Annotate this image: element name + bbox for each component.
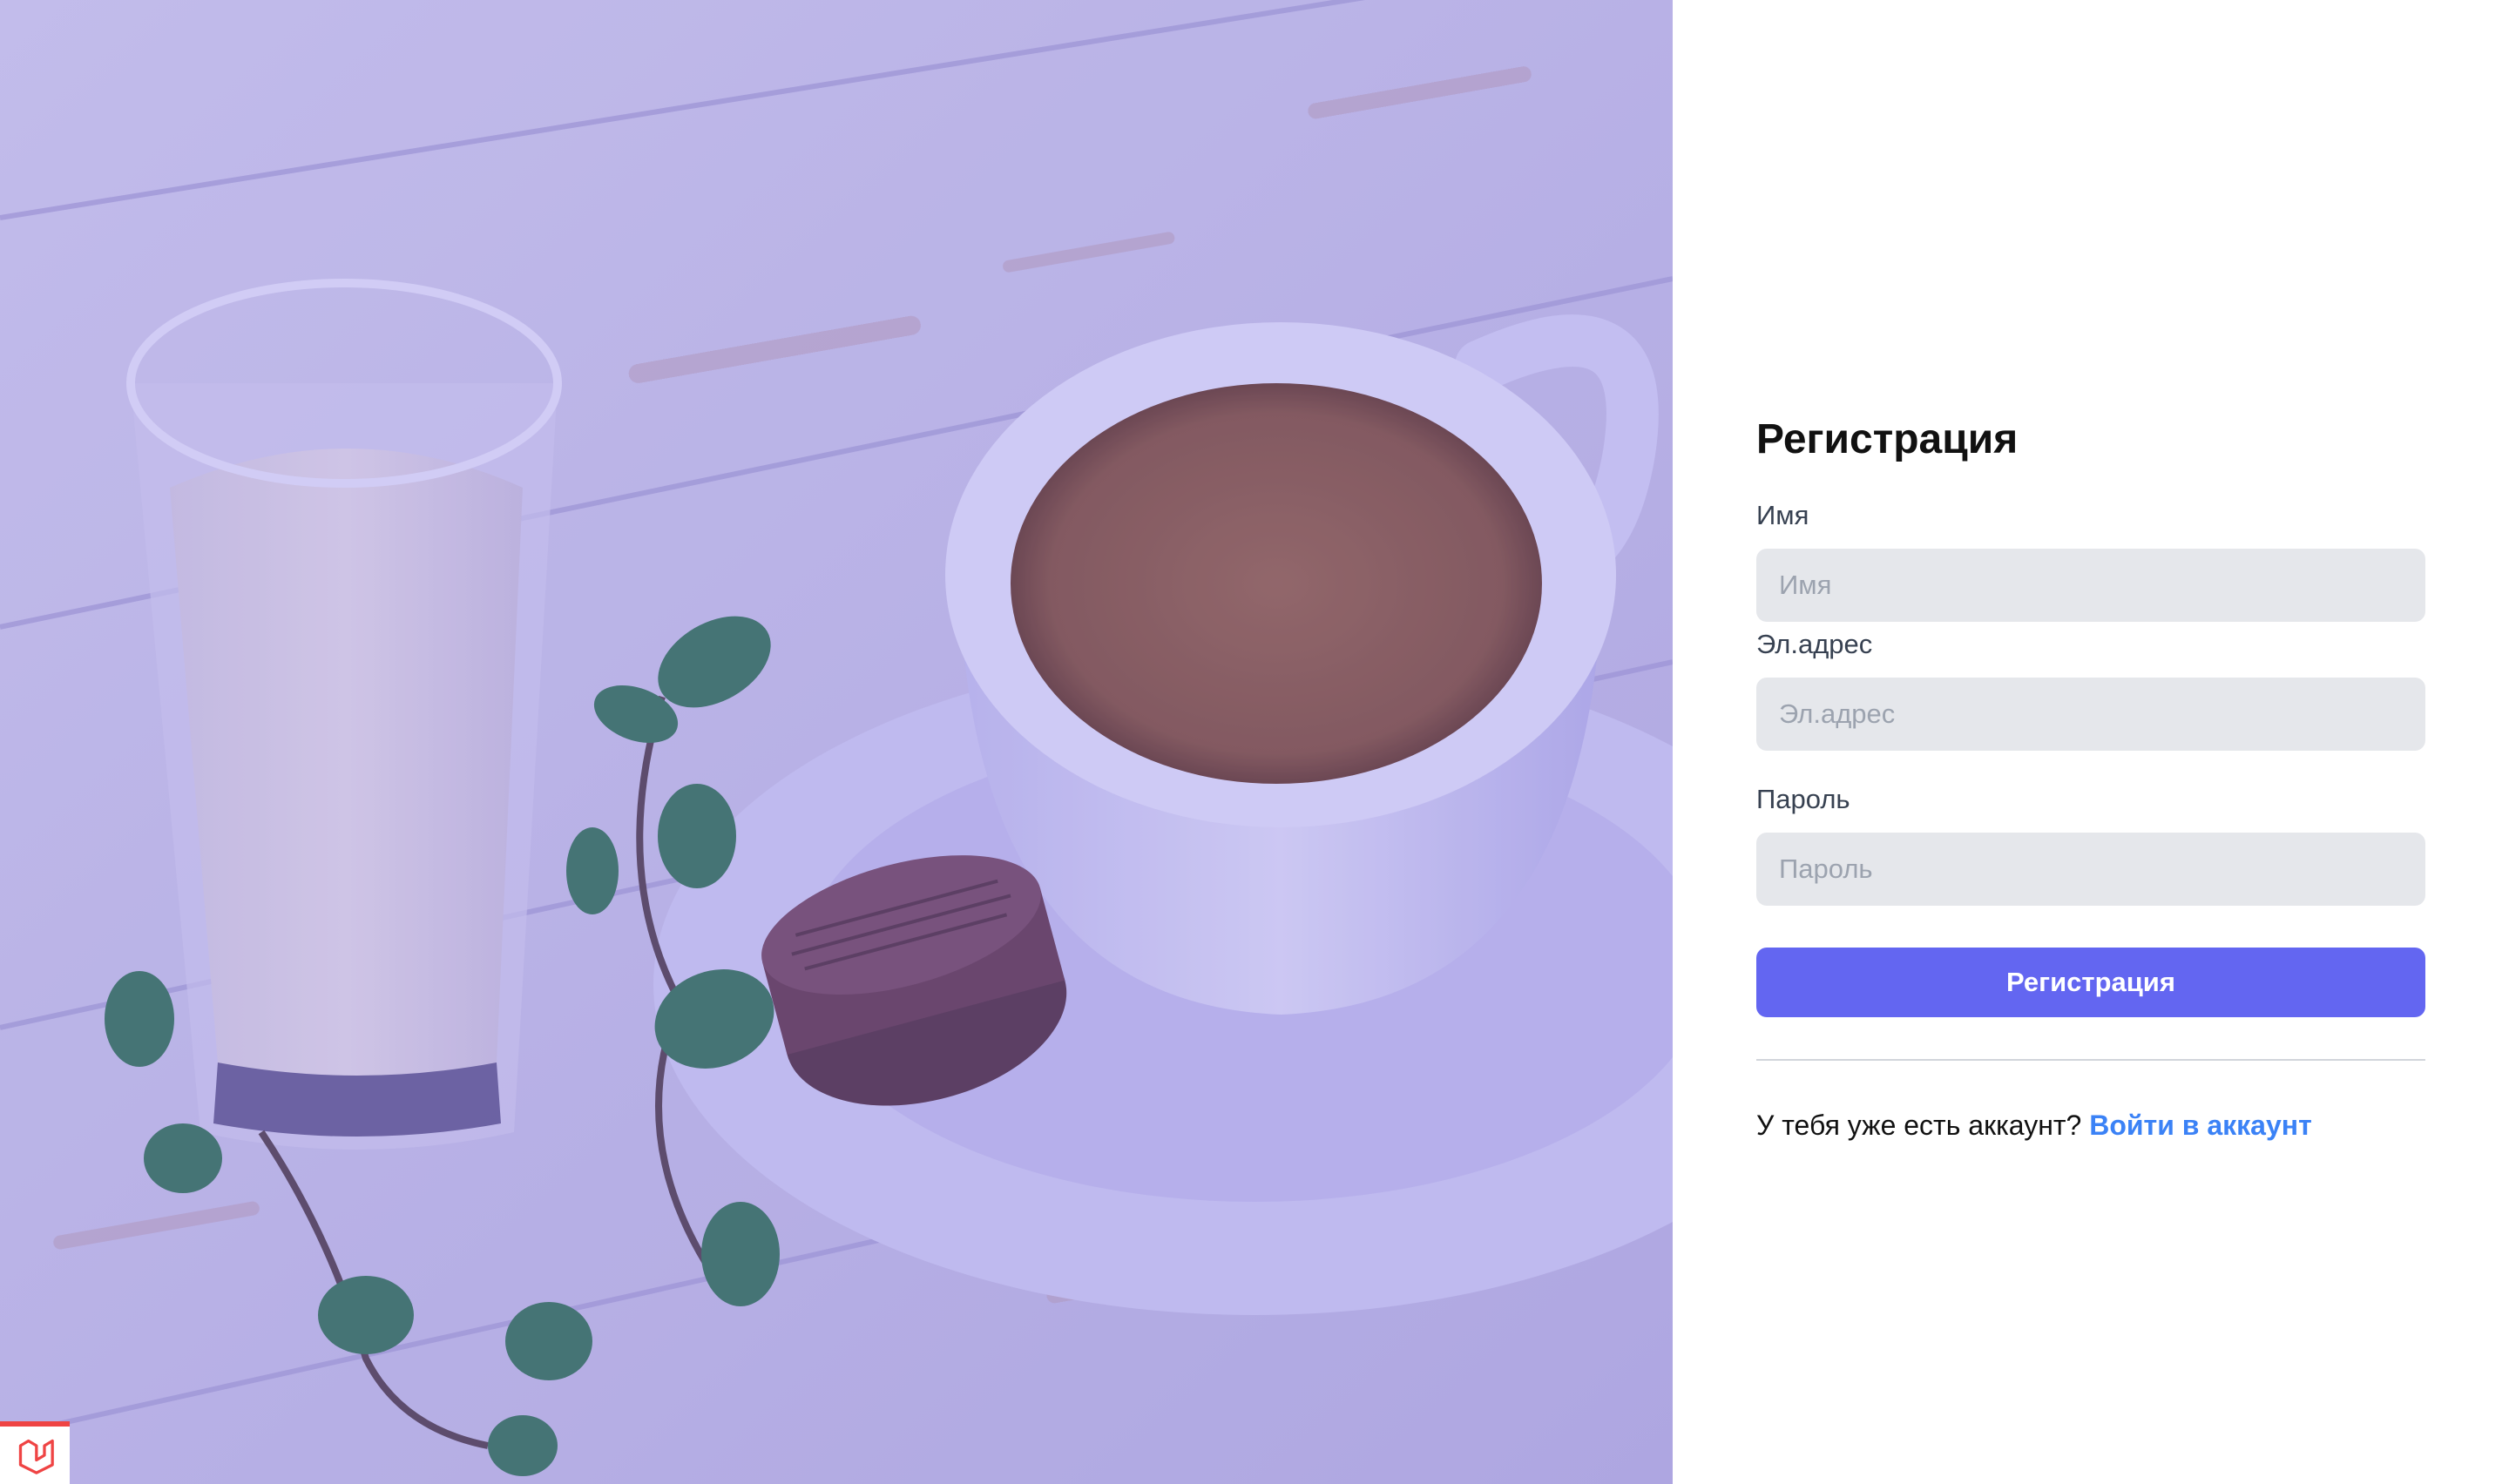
password-label: Пароль xyxy=(1756,784,1850,814)
name-input[interactable] xyxy=(1756,549,2425,622)
form-panel: Регистрация Имя Эл.адрес Пароль Регистра… xyxy=(1673,0,2509,1484)
registration-page: Регистрация Имя Эл.адрес Пароль Регистра… xyxy=(0,0,2509,1484)
login-prompt-text: У тебя уже есть аккаунт? xyxy=(1756,1110,2082,1141)
email-label: Эл.адрес xyxy=(1756,629,1873,659)
register-button[interactable]: Регистрация xyxy=(1756,948,2425,1017)
hero-photo xyxy=(0,0,1673,1484)
page-title: Регистрация xyxy=(1756,416,2019,462)
login-link[interactable]: Войти в аккаунт xyxy=(2089,1110,2312,1141)
registration-form: Регистрация Имя Эл.адрес Пароль Регистра… xyxy=(1756,409,2425,1144)
laravel-logo-icon[interactable] xyxy=(0,1421,70,1484)
email-input[interactable] xyxy=(1756,678,2425,751)
login-prompt: У тебя уже есть аккаунт? Войти в аккаунт xyxy=(1756,1106,2425,1144)
name-label: Имя xyxy=(1756,500,1809,530)
coffee-milk-photo xyxy=(0,0,1673,1484)
password-input[interactable] xyxy=(1756,833,2425,906)
